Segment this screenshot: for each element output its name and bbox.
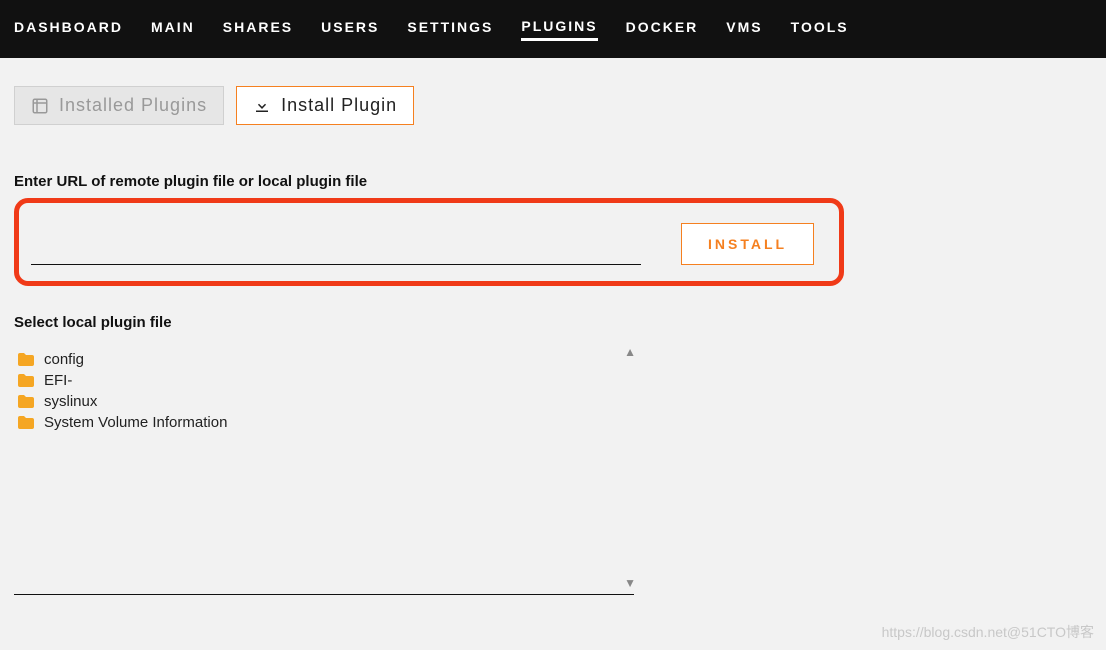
nav-vms[interactable]: VMS [726,19,762,39]
folder-icon [18,416,34,429]
top-nav: DASHBOARD MAIN SHARES USERS SETTINGS PLU… [0,0,1106,58]
nav-dashboard[interactable]: DASHBOARD [14,19,123,39]
nav-settings[interactable]: SETTINGS [407,19,493,39]
select-file-label: Select local plugin file [14,314,1092,331]
nav-shares[interactable]: SHARES [223,19,293,39]
local-file-list[interactable]: ▲ config EFI- syslinux [14,345,634,595]
nav-docker[interactable]: DOCKER [626,19,699,39]
file-name: config [44,351,84,368]
nav-tools[interactable]: TOOLS [791,19,849,39]
download-icon [253,97,271,115]
folder-icon [18,353,34,366]
url-install-highlight: INSTALL [14,198,844,286]
tab-label: Install Plugin [281,95,397,116]
plugin-tabs: Installed Plugins Install Plugin [14,86,1092,125]
plugin-url-input[interactable] [31,236,641,265]
plugin-icon [31,97,49,115]
install-button[interactable]: INSTALL [681,223,814,265]
file-name: System Volume Information [44,414,227,431]
folder-icon [18,395,34,408]
folder-icon [18,374,34,387]
nav-plugins[interactable]: PLUGINS [521,18,597,41]
list-item[interactable]: System Volume Information [14,412,634,433]
tab-installed-plugins[interactable]: Installed Plugins [14,86,224,125]
tab-label: Installed Plugins [59,95,207,116]
scroll-up-icon[interactable]: ▲ [624,345,636,359]
watermark-text: https://blog.csdn.net@51CTO博客 [882,622,1094,642]
list-item[interactable]: syslinux [14,391,634,412]
file-name: EFI- [44,372,72,389]
file-name: syslinux [44,393,97,410]
nav-users[interactable]: USERS [321,19,379,39]
url-label: Enter URL of remote plugin file or local… [14,173,1092,190]
tab-install-plugin[interactable]: Install Plugin [236,86,414,125]
scroll-down-icon[interactable]: ▼ [624,576,636,590]
list-item[interactable]: EFI- [14,370,634,391]
nav-main[interactable]: MAIN [151,19,195,39]
list-item[interactable]: config [14,349,634,370]
